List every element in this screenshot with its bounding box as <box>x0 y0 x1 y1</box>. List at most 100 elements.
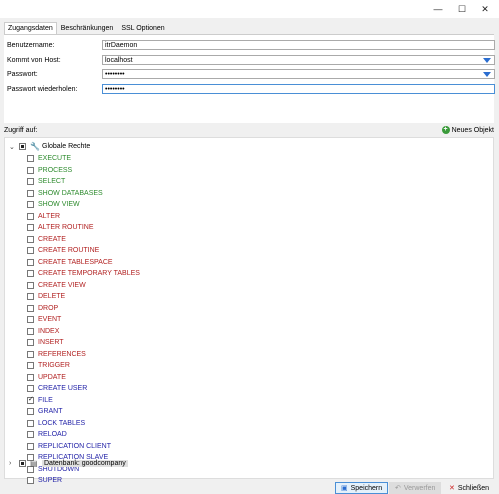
privilege-item[interactable]: GRANT <box>27 406 63 417</box>
privilege-item[interactable]: EXECUTE <box>27 153 71 164</box>
plus-icon: + <box>441 126 450 134</box>
privilege-checkbox[interactable] <box>27 431 34 438</box>
privilege-checkbox[interactable] <box>27 362 34 369</box>
privilege-item[interactable]: RELOAD <box>27 429 67 440</box>
privilege-label: LOCK TABLES <box>38 419 86 427</box>
privilege-label: EVENT <box>38 316 62 323</box>
chevron-down-icon[interactable] <box>483 72 491 77</box>
database-icon: ▤ <box>30 458 38 468</box>
privilege-item[interactable]: DROP <box>27 303 58 314</box>
collapse-icon[interactable]: ⌄ <box>9 143 17 151</box>
privilege-checkbox[interactable] <box>27 247 34 254</box>
privilege-checkbox[interactable] <box>27 166 34 174</box>
privilege-checkbox[interactable] <box>27 224 34 231</box>
privilege-checkbox[interactable] <box>27 327 34 335</box>
privilege-item[interactable]: SHOW DATABASES <box>27 188 103 199</box>
privilege-checkbox[interactable] <box>27 304 34 312</box>
privilege-checkbox[interactable] <box>27 212 34 220</box>
privilege-item[interactable]: DELETE <box>27 291 65 302</box>
tree-node-label: Datenbank: goodcompany <box>42 460 128 467</box>
privileges-tree: ⌄ 🔧 Globale Rechte EXECUTE PROCESS SELECT S… <box>4 137 494 484</box>
password-field[interactable]: •••••••• <box>102 69 495 79</box>
privilege-label: PROCESS <box>38 166 73 174</box>
privilege-checkbox[interactable] <box>27 339 34 346</box>
tab-bar: Zugangsdaten Beschränkungen SSL Optionen <box>4 22 169 35</box>
close-button[interactable]: ✕ Schließen <box>443 482 495 494</box>
access-label: Zugriff auf: <box>4 127 38 134</box>
privilege-item[interactable]: SHOW VIEW <box>27 199 80 210</box>
tree-node-database[interactable]: › ▤ Datenbank: goodcompany <box>9 458 128 469</box>
privilege-checkbox[interactable] <box>27 408 34 415</box>
privilege-item[interactable]: PROCESS <box>27 165 72 176</box>
password-repeat-label: Passwort wiederholen: <box>7 86 78 93</box>
privilege-checkbox[interactable] <box>27 235 34 243</box>
privilege-item[interactable]: CREATE TABLESPACE <box>27 257 113 268</box>
privilege-checkbox[interactable] <box>27 373 34 381</box>
privilege-label: DELETE <box>38 293 66 300</box>
privilege-item[interactable]: EVENT <box>27 314 61 325</box>
privilege-item[interactable]: SELECT <box>27 176 65 187</box>
privilege-item[interactable]: CREATE TEMPORARY TABLES <box>27 268 140 279</box>
privilege-label: SELECT <box>38 178 66 185</box>
privilege-label: CREATE <box>38 235 66 243</box>
privilege-checkbox[interactable] <box>27 258 34 266</box>
tree-checkbox[interactable] <box>19 460 26 467</box>
tree-node-label: Globale Rechte <box>42 143 91 150</box>
privilege-item[interactable]: REFERENCES <box>27 349 86 360</box>
privilege-checkbox[interactable] <box>27 201 34 208</box>
chevron-down-icon[interactable] <box>483 58 491 63</box>
privilege-checkbox[interactable] <box>27 293 34 300</box>
privilege-label: INSERT <box>38 339 64 346</box>
privilege-item[interactable]: REPLICATION CLIENT <box>27 441 111 452</box>
privilege-checkbox[interactable] <box>27 419 34 427</box>
privilege-checkbox[interactable] <box>27 281 34 289</box>
privilege-item[interactable]: FILE <box>27 395 53 406</box>
privilege-item[interactable]: CREATE VIEW <box>27 280 86 291</box>
credentials-panel: Benutzername: itrDaemon Kommt von Host: … <box>4 34 495 123</box>
privilege-item[interactable]: ALTER <box>27 211 60 222</box>
privilege-item[interactable]: CREATE <box>27 234 66 245</box>
privilege-checkbox[interactable] <box>27 442 34 450</box>
minimize-icon[interactable]: — <box>432 3 444 15</box>
password-repeat-field[interactable]: •••••••• <box>102 84 495 94</box>
new-object-button[interactable]: + Neues Objekt <box>441 126 494 134</box>
privilege-item[interactable]: TRIGGER <box>27 360 70 371</box>
tree-checkbox[interactable] <box>19 143 26 150</box>
privilege-label: RELOAD <box>38 431 67 438</box>
host-combobox[interactable]: localhost <box>102 55 495 65</box>
host-value: localhost <box>105 57 133 64</box>
privilege-label: ALTER ROUTINE <box>38 224 94 231</box>
privilege-label: ALTER <box>38 212 61 220</box>
privilege-item[interactable]: CREATE USER <box>27 383 87 394</box>
privilege-checkbox[interactable] <box>27 316 34 323</box>
username-field[interactable]: itrDaemon <box>102 40 495 50</box>
privilege-item[interactable]: ALTER ROUTINE <box>27 222 94 233</box>
privilege-checkbox[interactable] <box>27 270 34 277</box>
privilege-item[interactable]: UPDATE <box>27 372 66 383</box>
privilege-item[interactable]: LOCK TABLES <box>27 418 85 429</box>
privilege-label: UPDATE <box>38 373 66 381</box>
undo-icon: ↶ <box>395 485 401 492</box>
privilege-checkbox[interactable] <box>27 178 34 185</box>
privilege-checkbox[interactable] <box>27 395 34 404</box>
privilege-item[interactable]: INSERT <box>27 337 64 348</box>
wrench-icon: 🔧 <box>30 141 40 151</box>
privilege-checkbox[interactable] <box>27 155 34 162</box>
privilege-checkbox[interactable] <box>27 350 34 358</box>
privilege-checkbox[interactable] <box>27 385 34 392</box>
privilege-item[interactable]: INDEX <box>27 326 59 337</box>
username-label: Benutzername: <box>7 42 55 49</box>
close-icon[interactable]: ✕ <box>479 3 491 15</box>
privilege-item[interactable]: CREATE ROUTINE <box>27 245 99 256</box>
new-object-label: Neues Objekt <box>451 126 494 134</box>
privilege-label: CREATE TABLESPACE <box>38 258 113 266</box>
close-icon: ✕ <box>449 485 455 492</box>
maximize-icon[interactable]: ☐ <box>456 3 468 15</box>
privilege-label: CREATE USER <box>38 385 88 392</box>
expand-icon[interactable]: › <box>9 460 17 467</box>
discard-button[interactable]: ↶ Verwerfen <box>389 482 442 494</box>
privilege-label: INDEX <box>38 327 60 335</box>
tree-node-global[interactable]: ⌄ 🔧 Globale Rechte <box>9 141 90 152</box>
save-button[interactable]: ▣ Speichern <box>335 482 389 494</box>
privilege-checkbox[interactable] <box>27 189 34 197</box>
